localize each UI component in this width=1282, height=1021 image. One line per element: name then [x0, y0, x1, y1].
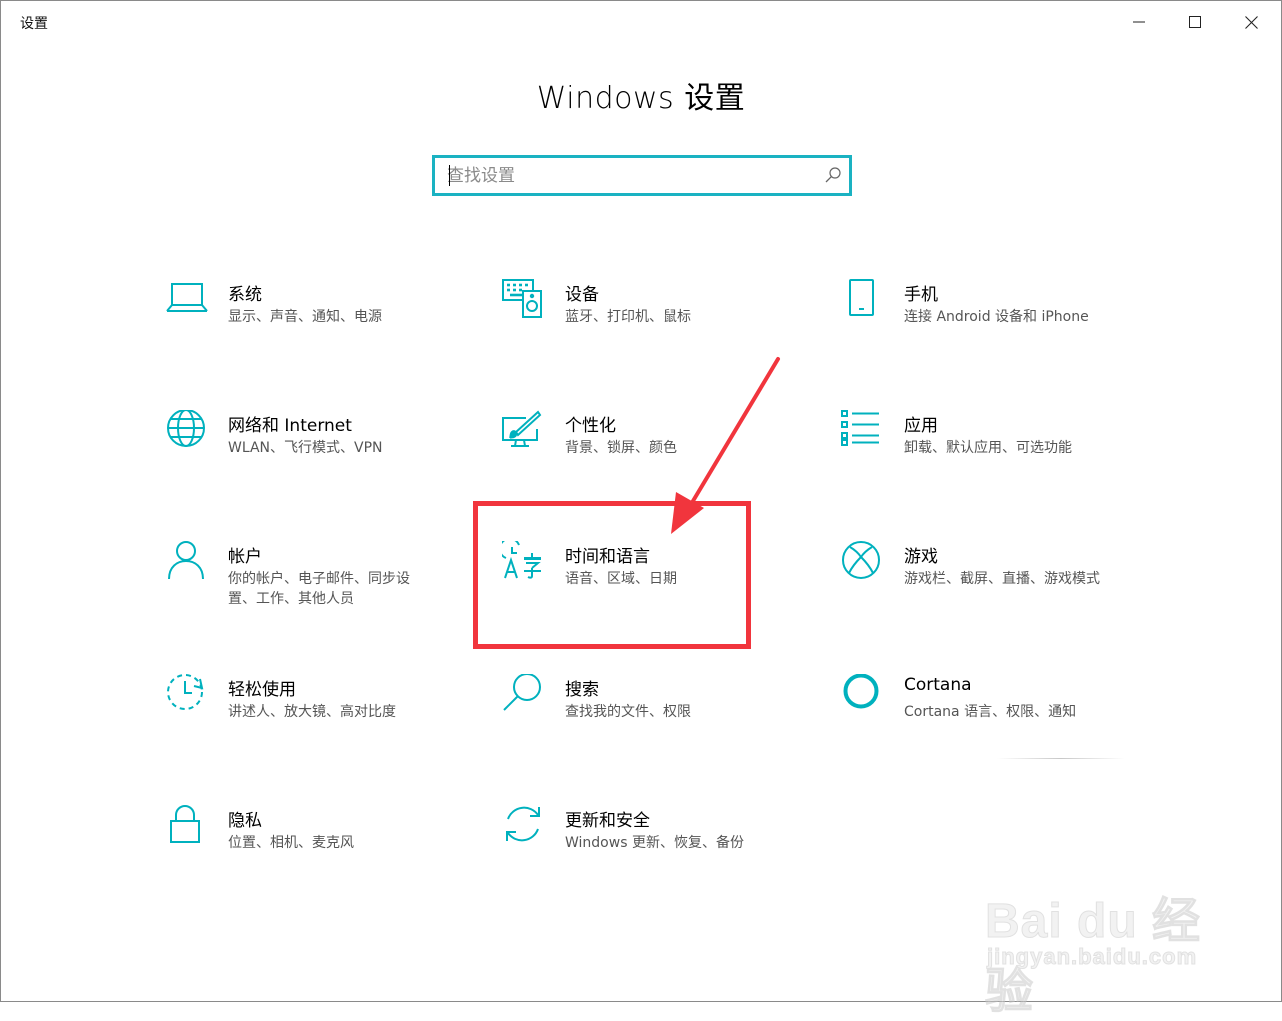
watermark-url: jingyan.baidu.com: [986, 944, 1198, 970]
settings-window: 设置 Windows 设置 查找设置 系统 显示、声音、通知、电源 设备 蓝牙、…: [0, 0, 1282, 1019]
baidu-watermark: Bai du 经验 jingyan.baidu.com: [981, 869, 1231, 1019]
annotation-arrow: [671, 357, 780, 534]
